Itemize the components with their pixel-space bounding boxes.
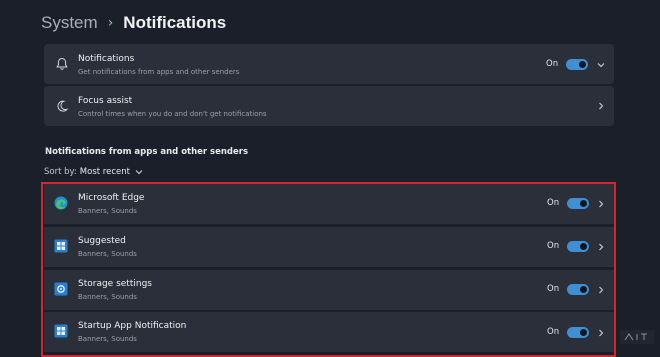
setting-subtitle: Get notifications from apps and other se… bbox=[78, 68, 240, 76]
breadcrumb-system[interactable]: System bbox=[41, 13, 98, 33]
breadcrumb: System › Notifications bbox=[41, 10, 226, 36]
setting-title: Notifications bbox=[78, 54, 135, 64]
setting-title: Focus assist bbox=[78, 96, 133, 106]
bell-icon bbox=[56, 57, 68, 70]
watermark-logo-icon bbox=[620, 330, 654, 344]
chevron-down-icon[interactable] bbox=[594, 58, 608, 72]
focus-assist-setting-card[interactable]: Focus assist Control times when you do a… bbox=[44, 86, 614, 126]
setting-subtitle: Control times when you do and don't get … bbox=[78, 110, 267, 118]
moon-icon bbox=[57, 100, 69, 112]
section-title: Notifications from apps and other sender… bbox=[45, 147, 249, 157]
page-title: Notifications bbox=[123, 13, 227, 32]
notifications-setting-card[interactable]: Notifications Get notifications from app… bbox=[44, 44, 614, 84]
sort-value: Most recent bbox=[79, 167, 130, 177]
breadcrumb-separator: › bbox=[107, 15, 114, 31]
notifications-toggle[interactable] bbox=[566, 59, 588, 70]
chevron-down-icon bbox=[135, 170, 143, 175]
sort-label: Sort by: bbox=[44, 167, 77, 177]
sort-dropdown[interactable]: Sort by: Most recent bbox=[44, 166, 145, 178]
toggle-state-label: On bbox=[546, 59, 559, 69]
highlight-frame bbox=[41, 182, 616, 357]
chevron-right-icon[interactable] bbox=[594, 99, 608, 113]
